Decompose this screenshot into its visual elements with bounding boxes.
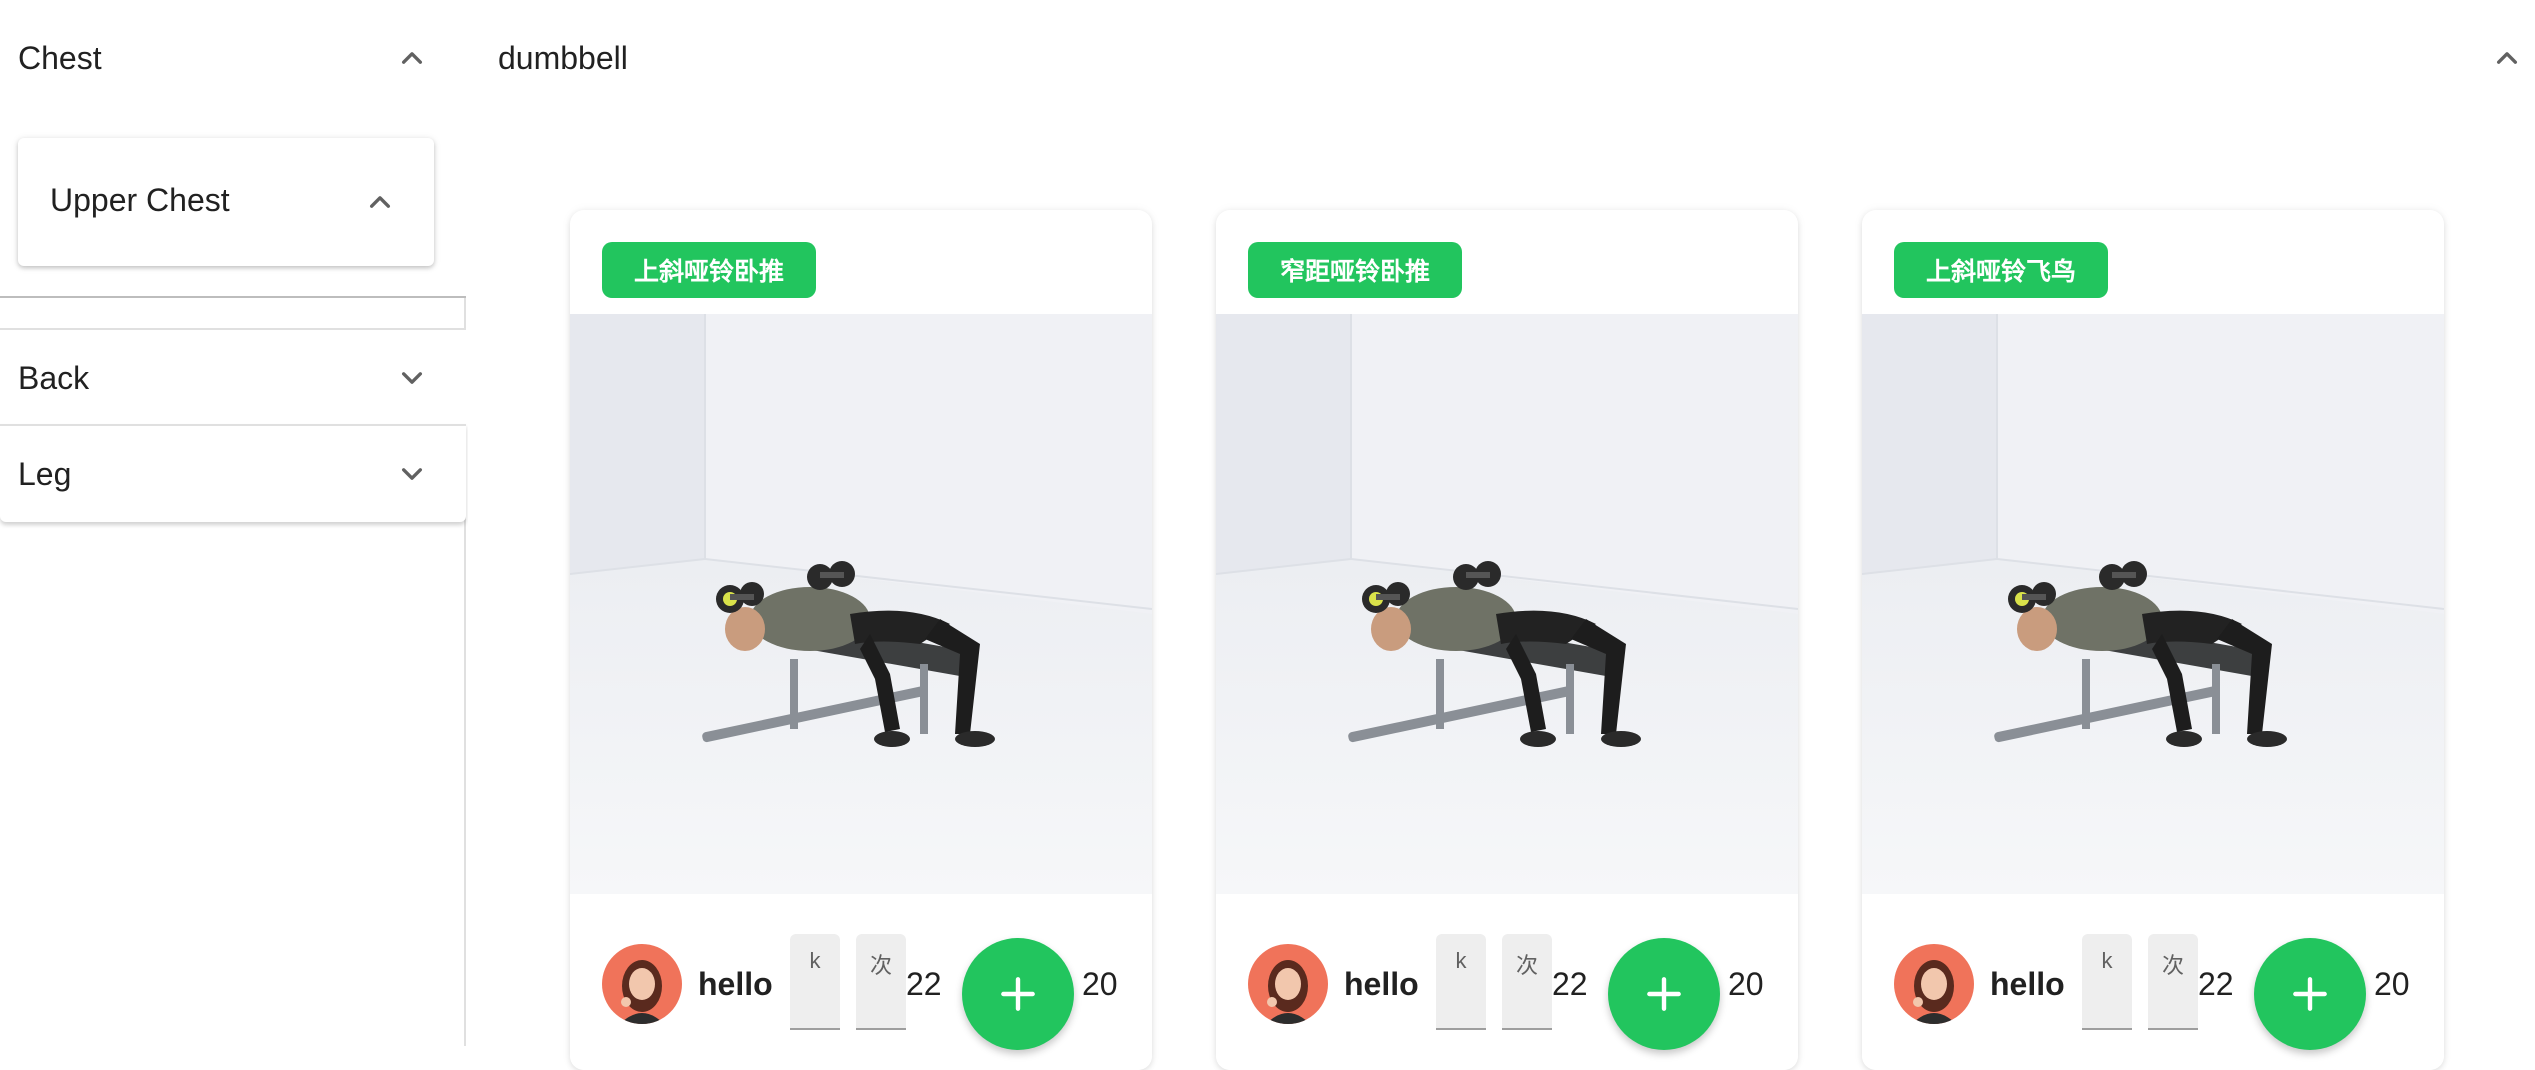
exercise-image: [570, 314, 1152, 894]
weight-input-placeholder: k: [2101, 948, 2113, 973]
username: hello: [1990, 966, 2065, 1002]
reps-input[interactable]: 次: [1502, 934, 1552, 1030]
exercise-name-badge: 窄距哑铃卧推: [1248, 242, 1463, 298]
plus-icon: [1647, 977, 1681, 1011]
exercise-card: 上斜哑铃飞鸟 hello k 次 22 20: [1862, 210, 2444, 1070]
avatar: [1894, 944, 1974, 1024]
reps-input-placeholder: 次: [1515, 953, 1538, 978]
reps-input-placeholder: 次: [869, 953, 892, 978]
exercise-card-footer: hello k 次 22 20: [1862, 894, 2444, 1070]
accordion-leg[interactable]: Leg: [0, 424, 466, 522]
exercise-image: [1862, 314, 2444, 894]
plus-icon: [2293, 977, 2327, 1011]
add-set-button[interactable]: [962, 938, 1074, 1050]
exercise-card-footer: hello k 次 22 20: [570, 894, 1152, 1070]
weight-input-placeholder: k: [809, 948, 821, 973]
equipment-accordion-header[interactable]: dumbbell: [468, 0, 2535, 116]
weight-input[interactable]: k: [1436, 934, 1486, 1030]
value-a: 22: [906, 966, 942, 1002]
plus-icon: [1001, 977, 1035, 1011]
add-set-button[interactable]: [2254, 938, 2366, 1050]
reps-input[interactable]: 次: [856, 934, 906, 1030]
accordion-leg-label: Leg: [18, 455, 72, 492]
exercise-card-footer: hello k 次 22 20: [1216, 894, 1798, 1070]
value-b: 20: [1728, 966, 1764, 1002]
exercise-name-badge: 上斜哑铃卧推: [602, 242, 817, 298]
accordion-chest-header[interactable]: Chest: [0, 10, 466, 106]
value-b: 20: [1082, 966, 1118, 1002]
username: hello: [698, 966, 773, 1002]
weight-input[interactable]: k: [790, 934, 840, 1030]
accordion-leg-header[interactable]: Leg: [0, 426, 466, 522]
avatar: [602, 944, 682, 1024]
exercise-card: 上斜哑铃卧推 hello k 次 22 20: [570, 210, 1152, 1070]
exercise-card: 窄距哑铃卧推 hello k 次 22 20: [1216, 210, 1798, 1070]
accordion-back-label: Back: [18, 359, 90, 396]
username: hello: [1344, 966, 1419, 1002]
equipment-title: dumbbell: [498, 40, 628, 76]
add-set-button[interactable]: [1608, 938, 1720, 1050]
accordion-chest-label: Chest: [18, 39, 102, 76]
equipment-panel: dumbbell 上斜哑铃卧推 hello k 次 22 20 窄距哑铃卧推 h…: [468, 0, 2535, 1070]
chevron-up-icon[interactable]: [360, 182, 400, 222]
accordion-chest: Chest Upper Chest: [0, 0, 466, 298]
value-b: 20: [2374, 966, 2410, 1002]
reps-input-placeholder: 次: [2161, 953, 2184, 978]
chevron-up-icon[interactable]: [2487, 38, 2527, 78]
reps-input[interactable]: 次: [2148, 934, 2198, 1030]
chevron-down-icon[interactable]: [392, 454, 432, 494]
accordion-back[interactable]: Back: [0, 328, 466, 424]
category-sidebar: Chest Upper Chest Back Leg: [0, 0, 466, 1046]
accordion-upper-chest-label: Upper Chest: [50, 182, 230, 218]
exercise-name-badge: 上斜哑铃飞鸟: [1894, 242, 2109, 298]
value-a: 22: [2198, 966, 2234, 1002]
avatar: [1248, 944, 1328, 1024]
chevron-down-icon[interactable]: [392, 358, 432, 398]
weight-input-placeholder: k: [1455, 948, 1467, 973]
chevron-up-icon[interactable]: [392, 38, 432, 78]
accordion-back-header[interactable]: Back: [0, 330, 466, 426]
exercise-image: [1216, 314, 1798, 894]
value-a: 22: [1552, 966, 1588, 1002]
accordion-upper-chest[interactable]: Upper Chest: [18, 138, 434, 266]
weight-input[interactable]: k: [2082, 934, 2132, 1030]
